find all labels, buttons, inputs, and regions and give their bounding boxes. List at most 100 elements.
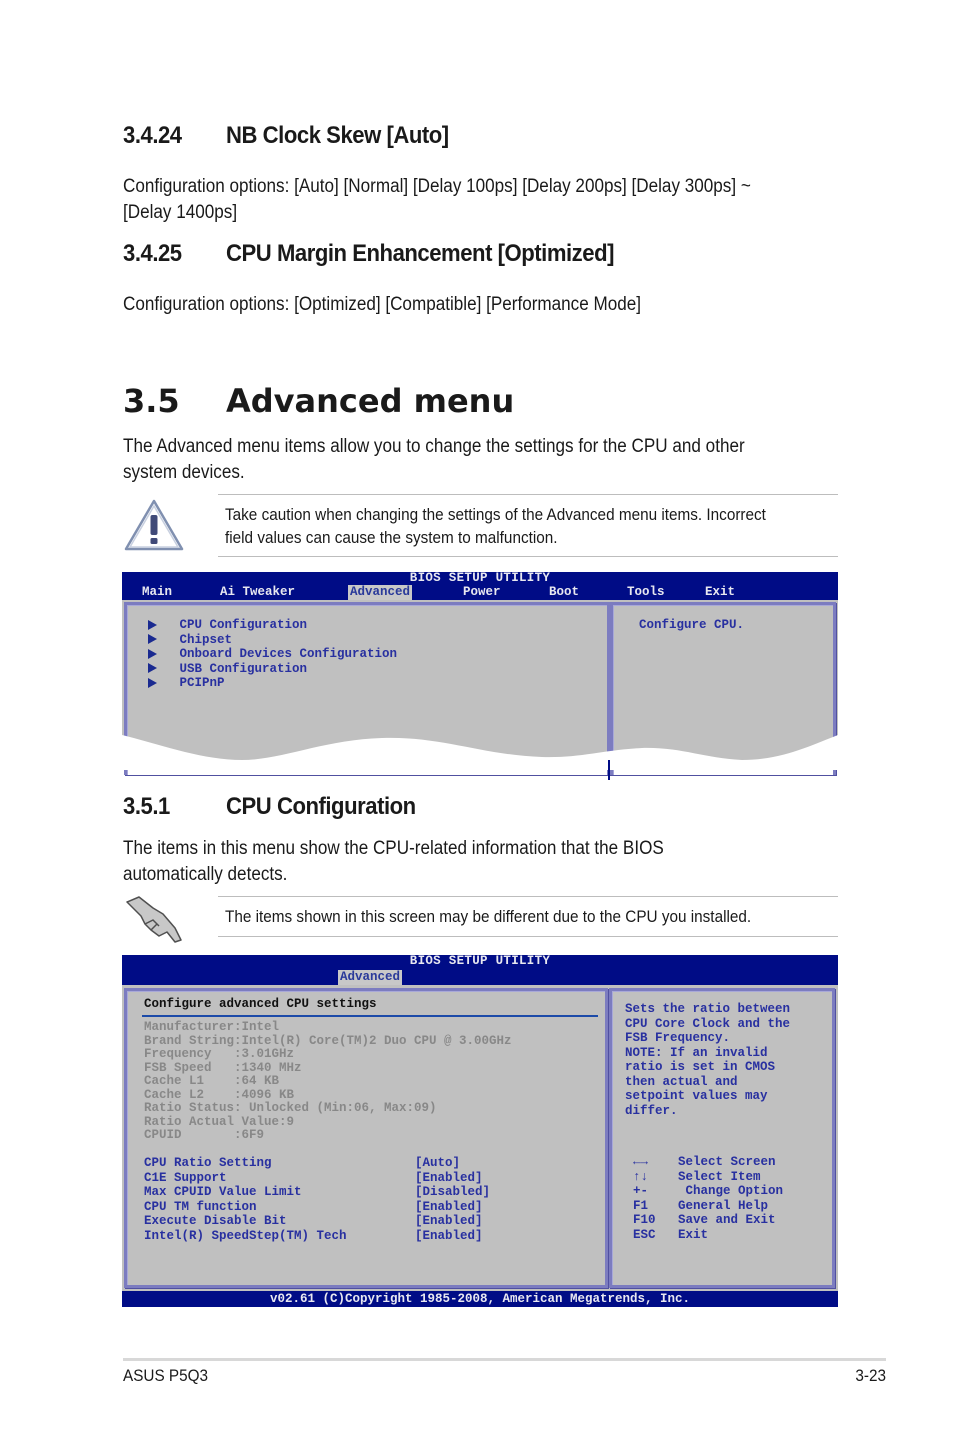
cpu-info-line: Manufacturer:Intel	[144, 1020, 280, 1034]
setting-label-speedstep[interactable]: Intel(R) SpeedStep(TM) Tech	[144, 1229, 347, 1244]
heading-3-4-25: 3.4.25 CPU Margin Enhancement [Optimized]	[123, 240, 614, 268]
setting-label-cpu-tm[interactable]: CPU TM function	[144, 1200, 257, 1215]
bios-menu-ai-tweaker[interactable]: Ai Tweaker	[220, 585, 295, 600]
cpu-info-line: CPUID :6F9	[144, 1128, 265, 1142]
paragraph-nb-clock-skew: Configuration options: [Auto] [Normal] […	[123, 174, 843, 226]
paragraph-cpu-configuration: The items in this menu show the CPU-rela…	[123, 836, 843, 888]
bios-menu-tools[interactable]: Tools	[627, 585, 665, 600]
bios-menu-main[interactable]: Main	[142, 585, 172, 600]
paragraph-line: Configuration options: [Optimized] [Comp…	[123, 294, 642, 315]
bios-menu-item[interactable]: USB Configuration	[148, 662, 307, 677]
section-number: 3.4.25	[123, 240, 182, 267]
caution-line: Take caution when changing the settings …	[225, 505, 766, 524]
bios-item-label: PCIPnP	[179, 676, 225, 690]
bios-help-text: Configure CPU.	[639, 618, 745, 632]
cpu-info-line: Ratio Actual Value:9	[144, 1114, 295, 1129]
bios-header: BIOS SETUP UTILITY Main Ai Tweaker Advan…	[122, 572, 838, 600]
bios-body: Configure advanced CPU settings Manufact…	[122, 985, 838, 1291]
frame-divider-stub	[608, 760, 610, 780]
help-line: ratio is set in CMOS	[625, 1060, 776, 1074]
bios-screen-cpu-configuration: BIOS SETUP UTILITY Advanced Configure ad…	[122, 955, 838, 1307]
submenu-arrow-icon	[148, 677, 157, 688]
section-title: CPU Margin Enhancement [Optimized]	[226, 240, 615, 267]
submenu-arrow-icon	[148, 634, 157, 645]
paragraph-line: automatically detects.	[123, 864, 288, 885]
help-line: CPU Core Clock and the	[625, 1016, 791, 1031]
key-label: F1	[633, 1198, 649, 1213]
setting-value-speedstep[interactable]: [Enabled]	[415, 1229, 483, 1244]
paragraph-line: The Advanced menu items allow you to cha…	[123, 436, 745, 457]
bios-menu-advanced[interactable]: Advanced	[348, 585, 413, 600]
setting-value-execute-disable[interactable]: [Enabled]	[415, 1214, 483, 1229]
bios-menu-exit[interactable]: Exit	[705, 585, 735, 600]
cpu-info-line: Brand String:Intel(R) Core(TM)2 Duo CPU …	[144, 1033, 512, 1048]
note-text: The items shown in this screen may be di…	[225, 907, 752, 926]
setting-value-cpu-tm[interactable]: [Enabled]	[415, 1200, 483, 1215]
bios-body: CPU Configuration Chipset Onboard Device…	[122, 600, 838, 780]
left-right-arrows-icon: ←→	[633, 1155, 649, 1169]
setting-label-execute-disable[interactable]: Execute Disable Bit	[144, 1214, 287, 1229]
heading-3-5-1: 3.5.1 CPU Configuration	[123, 793, 416, 821]
bios-menu-item[interactable]: CPU Configuration	[148, 618, 307, 633]
caution-line: field values can cause the system to mal…	[225, 528, 558, 547]
section-number: 3.5	[123, 382, 180, 420]
footer-product-name: ASUS P5Q3	[123, 1366, 209, 1385]
paragraph-advanced-menu: The Advanced menu items allow you to cha…	[123, 434, 843, 486]
bios-menu-bar: Main Ai Tweaker Advanced Power Boot Tool…	[122, 585, 838, 600]
divider	[218, 936, 838, 937]
section-number: 3.5.1	[123, 793, 170, 820]
help-line: setpoint values may	[625, 1089, 768, 1103]
bios-menu-item[interactable]: PCIPnP	[148, 676, 225, 691]
bios-menu-advanced[interactable]: Advanced	[338, 970, 403, 985]
key-action: Exit	[678, 1227, 709, 1242]
key-action: Change Option	[678, 1184, 784, 1198]
bios-item-label: Chipset	[179, 632, 233, 647]
paragraph-line: [Delay 1400ps]	[123, 202, 238, 223]
warning-icon	[123, 498, 185, 552]
submenu-arrow-icon	[148, 663, 157, 674]
submenu-arrow-icon	[148, 648, 157, 659]
help-line: differ.	[625, 1103, 678, 1118]
submenu-arrow-icon	[148, 619, 157, 630]
cpu-info-line: Cache L1 :64 KB	[144, 1074, 280, 1088]
bios-title: BIOS SETUP UTILITY	[409, 571, 551, 585]
key-action: Select Item	[678, 1169, 761, 1184]
section-number: 3.4.24	[123, 122, 182, 149]
help-line: NOTE: If an invalid	[625, 1045, 768, 1060]
up-down-arrows-icon: ↑↓	[633, 1169, 649, 1184]
cpu-info-line: Ratio Status: Unlocked (Min:06, Max:09)	[144, 1101, 437, 1115]
bios-item-label: USB Configuration	[179, 661, 308, 676]
cpu-info-line: Cache L2 :4096 KB	[144, 1087, 295, 1102]
bios-section-header: Configure advanced CPU settings	[144, 997, 377, 1011]
key-action: Save and Exit	[678, 1213, 776, 1227]
section-title: NB Clock Skew [Auto]	[226, 122, 449, 149]
bios-menu-boot[interactable]: Boot	[549, 585, 579, 600]
paragraph-line: Configuration options: [Auto] [Normal] […	[123, 176, 751, 197]
paragraph-line: The items in this menu show the CPU-rela…	[123, 838, 664, 859]
section-title: CPU Configuration	[226, 793, 416, 820]
setting-label-max-cpuid[interactable]: Max CPUID Value Limit	[144, 1185, 302, 1200]
key-label: F10	[633, 1213, 656, 1227]
setting-value-c1e[interactable]: [Enabled]	[415, 1171, 483, 1186]
footer-rule	[123, 1358, 886, 1361]
bios-menu-item[interactable]: Chipset	[148, 633, 232, 648]
paragraph-cpu-margin: Configuration options: [Optimized] [Comp…	[123, 292, 843, 318]
bios-item-label: Onboard Devices Configuration	[179, 647, 398, 661]
setting-value-cpu-ratio[interactable]: [Auto]	[415, 1156, 460, 1171]
setting-label-c1e[interactable]: C1E Support	[144, 1171, 227, 1186]
plus-minus-icon: +-	[633, 1184, 649, 1198]
divider	[218, 494, 838, 495]
setting-label-cpu-ratio[interactable]: CPU Ratio Setting	[144, 1156, 272, 1171]
key-label: ESC	[633, 1227, 656, 1242]
caution-text: Take caution when changing the settings …	[225, 503, 846, 549]
bios-menu-item[interactable]: Onboard Devices Configuration	[148, 647, 397, 662]
bios-header: BIOS SETUP UTILITY Advanced	[122, 955, 838, 985]
torn-edge	[122, 735, 838, 770]
setting-value-max-cpuid[interactable]: [Disabled]	[415, 1185, 490, 1200]
help-line: Sets the ratio between	[625, 1002, 791, 1016]
bios-title: BIOS SETUP UTILITY	[409, 954, 551, 968]
bios-item-label: CPU Configuration	[179, 618, 308, 632]
bios-menu-power[interactable]: Power	[463, 585, 501, 600]
header-underline	[142, 1015, 598, 1017]
paragraph-line: system devices.	[123, 462, 245, 483]
